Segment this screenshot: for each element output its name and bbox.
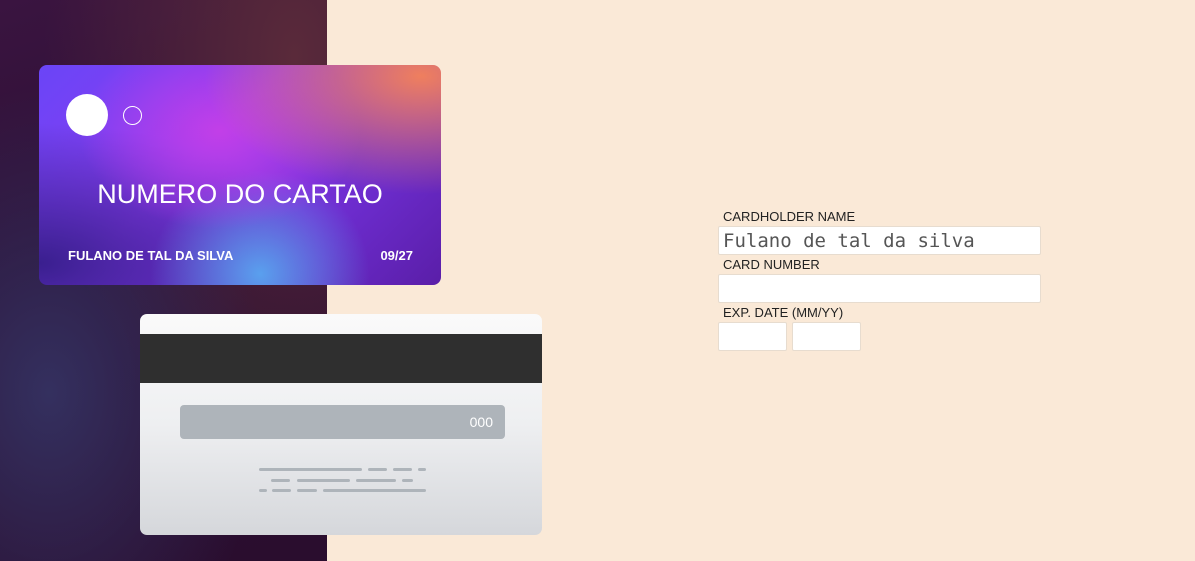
card-number-label: CARD NUMBER xyxy=(723,257,820,272)
card-logo-circle-filled xyxy=(66,94,108,136)
decorative-dash xyxy=(356,479,396,482)
decorative-dash xyxy=(271,479,290,482)
exp-date-label: EXP. DATE (MM/YY) xyxy=(723,305,844,320)
exp-date-row xyxy=(718,322,1041,351)
decorative-dash xyxy=(297,479,350,482)
cardholder-name-input[interactable] xyxy=(718,226,1041,255)
decorative-dash xyxy=(272,489,291,492)
decorative-dash xyxy=(259,468,362,471)
card-number-display: NUMERO DO CARTAO xyxy=(97,179,383,209)
decorative-dash xyxy=(323,489,426,492)
decorative-dash xyxy=(418,468,426,471)
exp-month-input[interactable] xyxy=(718,322,787,351)
card-number-input[interactable] xyxy=(718,274,1041,303)
cvv-signature-bar: 000 xyxy=(180,405,505,439)
card-holder-display: FULANO DE TAL DA SILVA xyxy=(68,248,234,263)
decorative-dash xyxy=(297,489,317,492)
exp-year-input[interactable] xyxy=(792,322,861,351)
card-front: NUMERO DO CARTAO FULANO DE TAL DA SILVA … xyxy=(39,65,441,285)
decorative-dash xyxy=(259,489,267,492)
decorative-dash xyxy=(368,468,387,471)
decorative-dash xyxy=(393,468,412,471)
magnetic-strip xyxy=(140,334,542,383)
card-back: 000 xyxy=(140,314,542,535)
decorative-dash xyxy=(402,479,413,482)
cardholder-name-label: CARDHOLDER NAME xyxy=(723,209,856,224)
card-form: CARDHOLDER NAME CARD NUMBER EXP. DATE (M… xyxy=(718,208,1041,351)
card-logo-circle-outline xyxy=(123,106,142,125)
card-expiry-display: 09/27 xyxy=(380,248,413,263)
cvv-display: 000 xyxy=(469,414,493,430)
